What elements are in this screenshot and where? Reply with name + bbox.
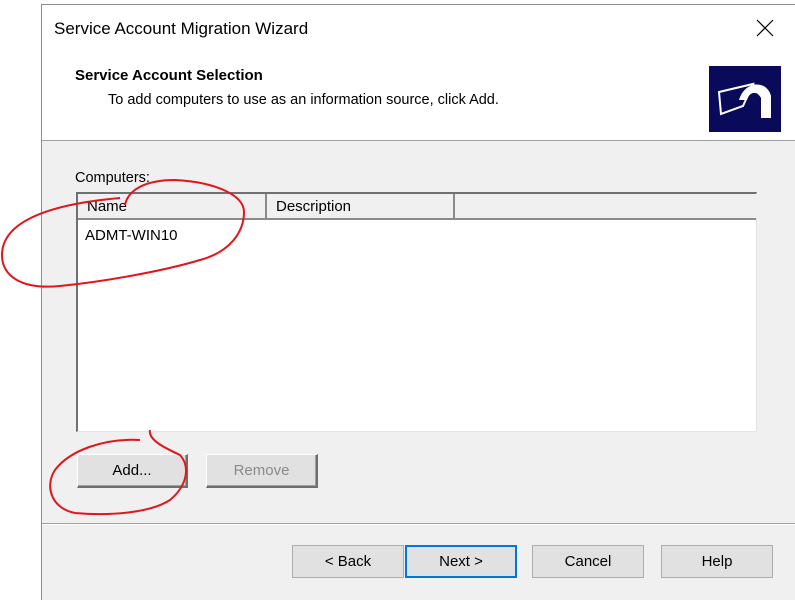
column-header-description[interactable]: Description (267, 194, 455, 218)
back-button[interactable]: < Back (292, 545, 404, 578)
wizard-logo-icon (709, 66, 781, 132)
column-header-filler (455, 194, 757, 218)
wizard-header: Service Account Selection To add compute… (42, 52, 795, 141)
column-header-name[interactable]: Name (78, 194, 267, 218)
wizard-window: Service Account Migration Wizard Service… (41, 4, 795, 600)
remove-button-label: Remove (233, 462, 290, 479)
next-button-label: Next > (439, 553, 483, 570)
add-button-label: Add... (112, 462, 152, 479)
add-button[interactable]: Add... (77, 454, 188, 488)
list-item-name: ADMT-WIN10 (85, 227, 178, 244)
close-icon (756, 19, 774, 37)
listview-header: Name Description (78, 194, 757, 220)
footer-separator (42, 523, 795, 525)
cancel-button[interactable]: Cancel (532, 545, 644, 578)
back-button-label: < Back (324, 553, 372, 570)
cancel-button-label: Cancel (564, 553, 612, 570)
page-subtitle: To add computers to use as an informatio… (108, 92, 499, 108)
list-item[interactable]: ADMT-WIN10 (85, 227, 178, 244)
remove-button[interactable]: Remove (206, 454, 318, 488)
title-bar: Service Account Migration Wizard (42, 5, 795, 52)
computers-label: Computers: (75, 170, 150, 186)
computers-listview[interactable]: Name Description ADMT-WIN10 (76, 192, 757, 432)
help-button-label: Help (701, 553, 733, 570)
window-title: Service Account Migration Wizard (54, 19, 309, 38)
page-title: Service Account Selection (75, 67, 263, 84)
close-button[interactable] (747, 11, 783, 45)
help-button[interactable]: Help (661, 545, 773, 578)
next-button[interactable]: Next > (405, 545, 517, 578)
